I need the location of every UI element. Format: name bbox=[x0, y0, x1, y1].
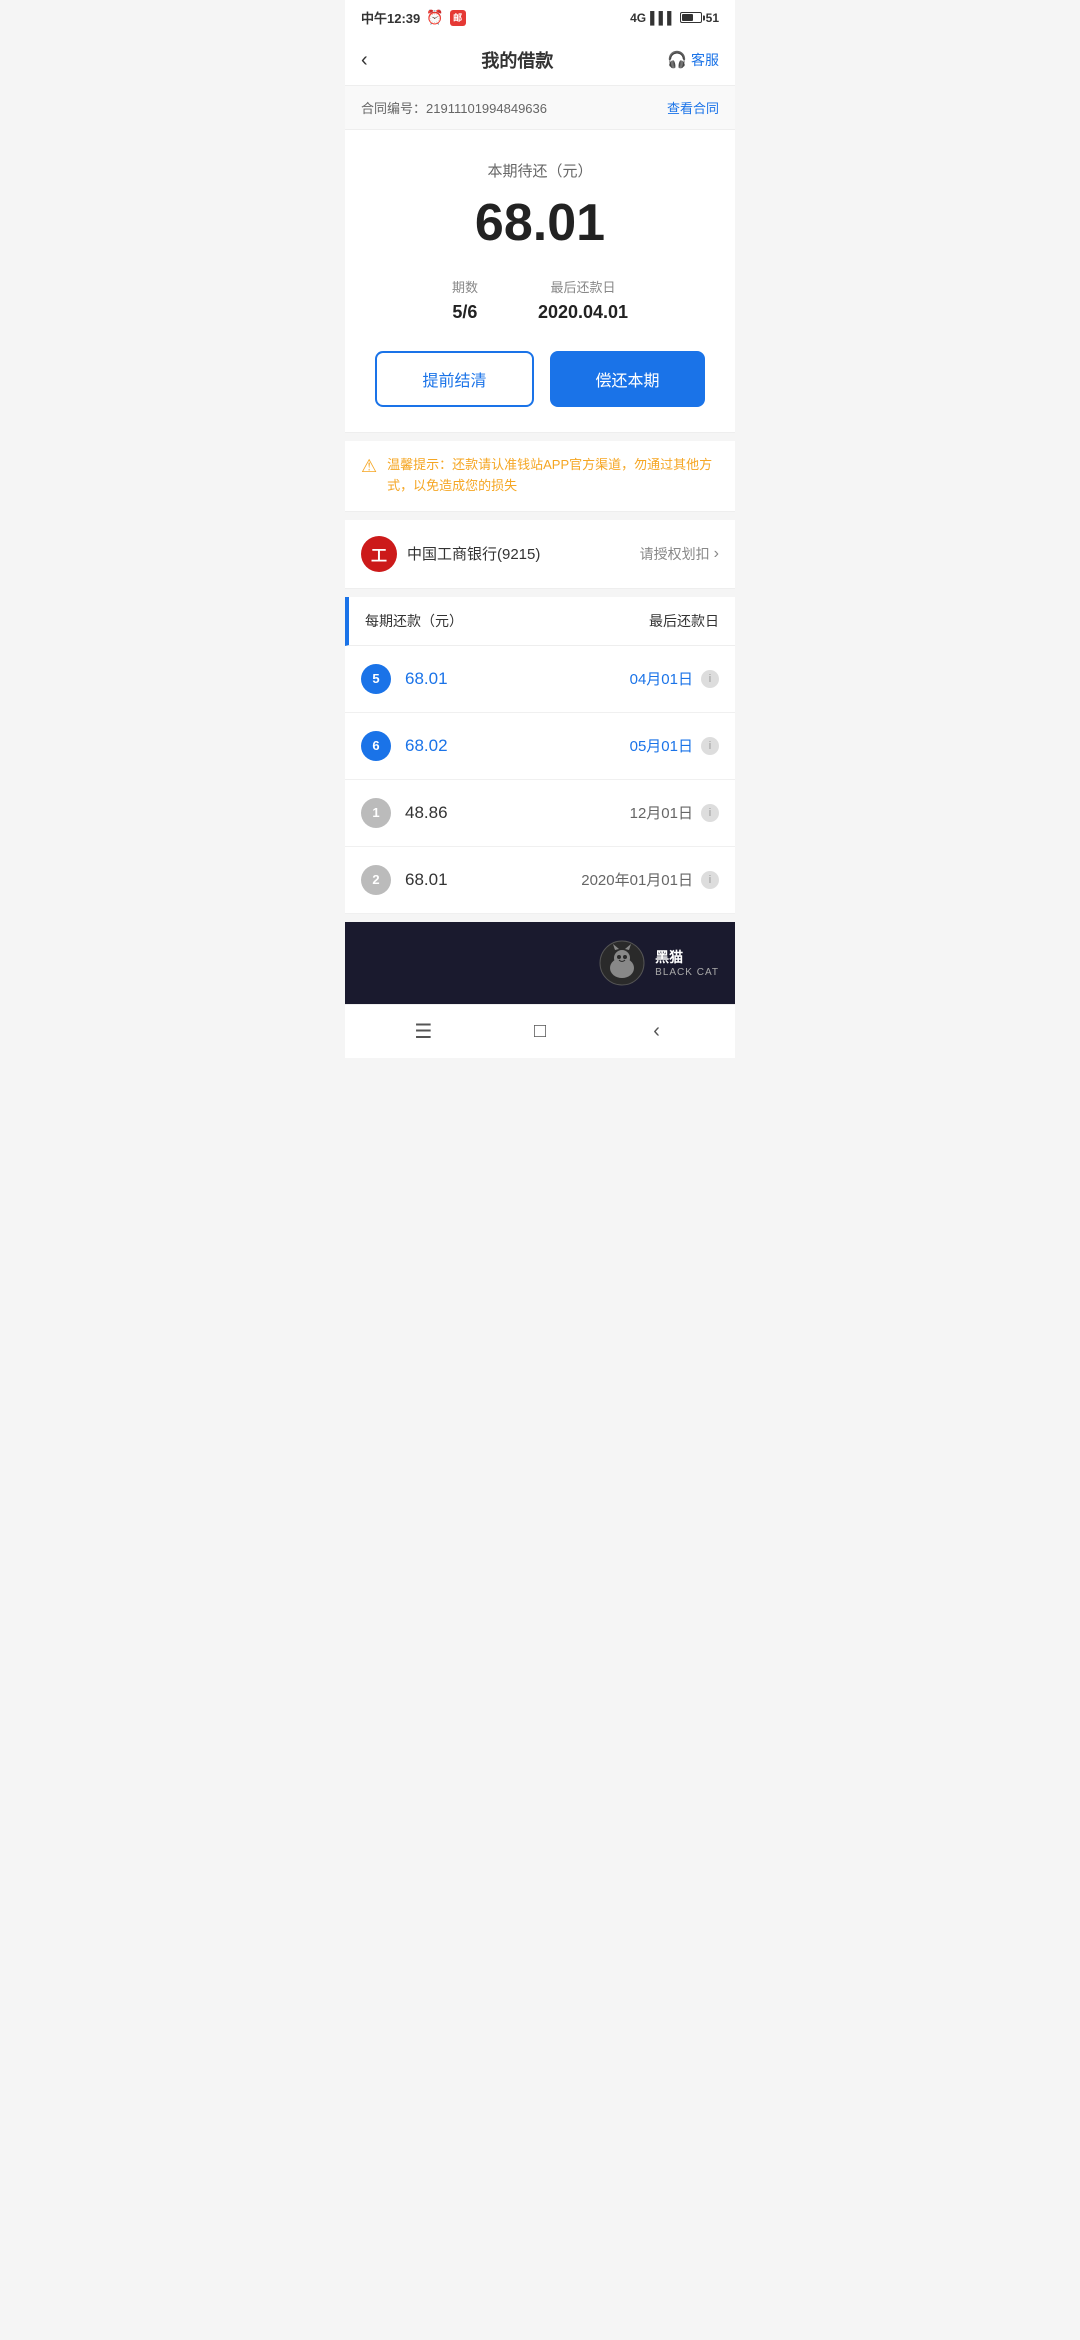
repayment-row: 5 68.0104月01日 i bbox=[345, 646, 735, 713]
repay-amount: 68.01 bbox=[405, 669, 630, 689]
back-button[interactable]: ‹ bbox=[361, 49, 368, 72]
battery-icon bbox=[680, 12, 702, 23]
page-title: 我的借款 bbox=[481, 47, 553, 73]
repayment-row: 1 48.8612月01日 i bbox=[345, 780, 735, 847]
period-stat: 期数 5/6 bbox=[452, 277, 478, 323]
back-nav-button[interactable]: ‹ bbox=[642, 1020, 672, 1043]
hei-mao-label: 黑猫 bbox=[655, 947, 719, 967]
view-contract-button[interactable]: 查看合同 bbox=[667, 98, 719, 117]
status-time: 中午12:39 bbox=[361, 8, 420, 27]
period-badge: 2 bbox=[361, 865, 391, 895]
repay-date-wrap: 04月01日 i bbox=[630, 668, 719, 689]
signal-text: 4G bbox=[630, 11, 646, 25]
amount-label: 本期待还（元） bbox=[365, 160, 715, 181]
warning-text: 温馨提示：还款请认准钱站APP官方渠道，勿通过其他方式，以免造成您的损失 bbox=[387, 455, 719, 497]
table-header-right: 最后还款日 bbox=[649, 611, 719, 631]
alarm-icon: ⏰ bbox=[426, 9, 443, 26]
period-value: 5/6 bbox=[452, 302, 478, 323]
bank-name: 中国工商银行(9215) bbox=[407, 543, 540, 564]
chevron-icon: › bbox=[714, 545, 719, 563]
repay-date-wrap: 12月01日 i bbox=[630, 802, 719, 823]
contract-bar: 合同编号：21911101994849636 查看合同 bbox=[345, 86, 735, 130]
period-badge: 1 bbox=[361, 798, 391, 828]
table-header: 每期还款（元） 最后还款日 bbox=[345, 597, 735, 646]
period-badge: 5 bbox=[361, 664, 391, 694]
warning-icon: ⚠ bbox=[361, 456, 377, 477]
bank-right: 请授权划扣 › bbox=[640, 544, 719, 564]
amount-value: 68.01 bbox=[365, 193, 715, 253]
notification-icon: 邮 bbox=[450, 10, 466, 26]
info-icon[interactable]: i bbox=[701, 871, 719, 889]
service-button[interactable]: 🎧 客服 bbox=[667, 50, 719, 70]
bottom-nav: ☰ □ ‹ bbox=[345, 1004, 735, 1058]
status-left: 中午12:39 ⏰ 邮 bbox=[361, 8, 466, 27]
repay-date: 2020年01月01日 bbox=[581, 869, 693, 890]
period-badge: 6 bbox=[361, 731, 391, 761]
nav-bar: ‹ 我的借款 🎧 客服 bbox=[345, 35, 735, 86]
warning-notice: ⚠ 温馨提示：还款请认准钱站APP官方渠道，勿通过其他方式，以免造成您的损失 bbox=[345, 441, 735, 512]
black-cat-text-block: 黑猫 BLACK CAT bbox=[655, 947, 719, 978]
service-label: 客服 bbox=[691, 50, 719, 70]
status-right: 4G ▌▌▌ 51 bbox=[630, 11, 719, 25]
due-date-label: 最后还款日 bbox=[538, 277, 628, 296]
bank-logo: 工 bbox=[361, 536, 397, 572]
info-icon[interactable]: i bbox=[701, 804, 719, 822]
status-bar: 中午12:39 ⏰ 邮 4G ▌▌▌ 51 bbox=[345, 0, 735, 35]
bottom-watermark: 黑猫 BLACK CAT bbox=[345, 922, 735, 1004]
action-row: 提前结清 偿还本期 bbox=[365, 351, 715, 407]
repay-date: 05月01日 bbox=[630, 735, 693, 756]
contract-number: 合同编号：21911101994849636 bbox=[361, 98, 547, 117]
settle-button[interactable]: 提前结清 bbox=[375, 351, 534, 407]
repay-date-wrap: 05月01日 i bbox=[630, 735, 719, 756]
repayment-row: 6 68.0205月01日 i bbox=[345, 713, 735, 780]
home-button[interactable]: □ bbox=[525, 1020, 555, 1043]
bank-row[interactable]: 工 中国工商银行(9215) 请授权划扣 › bbox=[345, 520, 735, 589]
bank-action: 请授权划扣 bbox=[640, 544, 710, 564]
repay-date: 04月01日 bbox=[630, 668, 693, 689]
due-date-value: 2020.04.01 bbox=[538, 302, 628, 323]
signal-bars: ▌▌▌ bbox=[650, 11, 676, 25]
due-date-stat: 最后还款日 2020.04.01 bbox=[538, 277, 628, 323]
repay-date-wrap: 2020年01月01日 i bbox=[581, 869, 719, 890]
battery-level: 51 bbox=[706, 11, 719, 25]
pay-button[interactable]: 偿还本期 bbox=[550, 351, 705, 407]
repayment-row: 2 68.012020年01月01日 i bbox=[345, 847, 735, 914]
period-label: 期数 bbox=[452, 277, 478, 296]
repay-amount: 68.01 bbox=[405, 870, 581, 890]
info-icon[interactable]: i bbox=[701, 670, 719, 688]
repay-date: 12月01日 bbox=[630, 802, 693, 823]
headset-icon: 🎧 bbox=[667, 50, 687, 70]
menu-button[interactable]: ☰ bbox=[408, 1019, 438, 1044]
amount-section: 本期待还（元） 68.01 期数 5/6 最后还款日 2020.04.01 提前… bbox=[345, 130, 735, 433]
repay-amount: 48.86 bbox=[405, 803, 630, 823]
stats-row: 期数 5/6 最后还款日 2020.04.01 bbox=[365, 277, 715, 323]
repayment-list: 568.0104月01日i668.0205月01日i148.8612月01日i2… bbox=[345, 646, 735, 914]
repay-amount: 68.02 bbox=[405, 736, 630, 756]
table-header-left: 每期还款（元） bbox=[365, 611, 463, 631]
black-cat-logo: 黑猫 BLACK CAT bbox=[597, 938, 719, 988]
cat-icon bbox=[597, 938, 647, 988]
info-icon[interactable]: i bbox=[701, 737, 719, 755]
black-cat-en-label: BLACK CAT bbox=[655, 967, 719, 978]
bank-left: 工 中国工商银行(9215) bbox=[361, 536, 540, 572]
